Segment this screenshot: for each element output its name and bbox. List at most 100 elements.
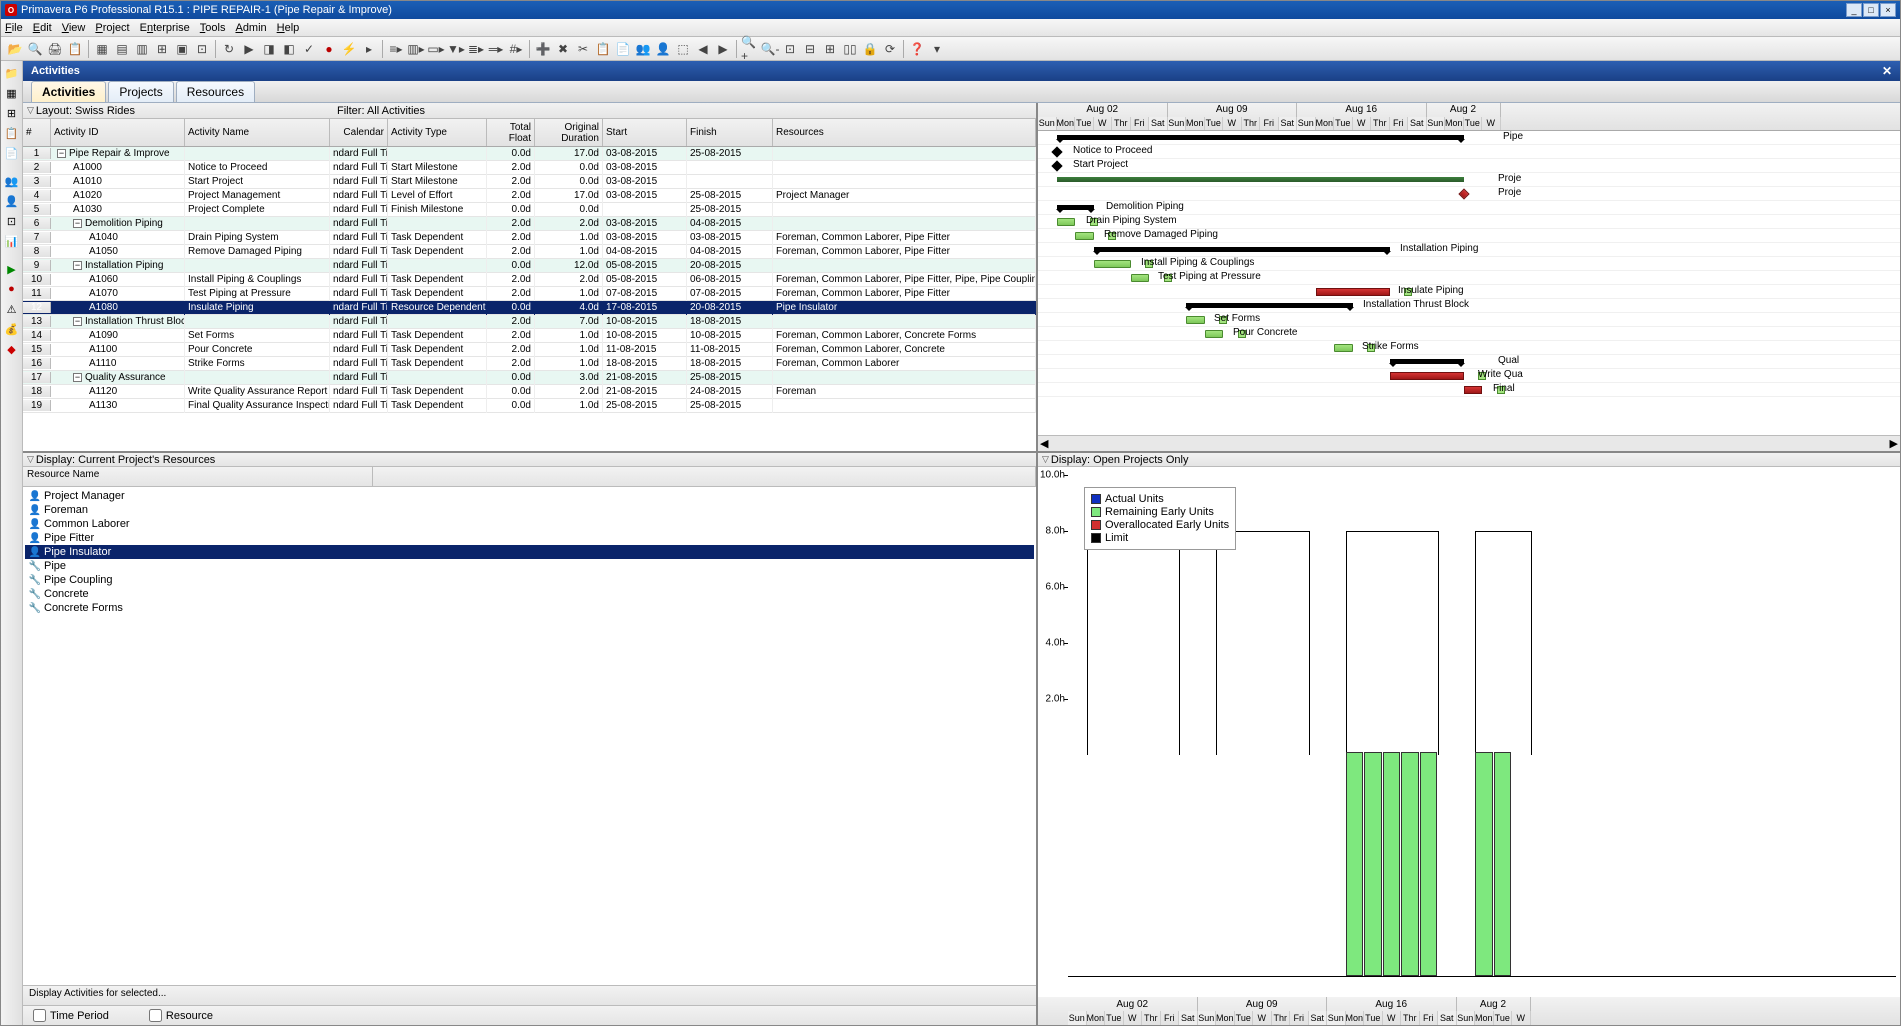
table-row[interactable]: 5A1030Project Completendard Full TimeFin… <box>23 203 1036 217</box>
resource-item[interactable]: 👤Pipe Insulator <box>25 545 1034 559</box>
timescale-icon[interactable]: ▭▸ <box>427 40 445 58</box>
resource-item[interactable]: 👤Common Laborer <box>25 517 1034 531</box>
tracking-icon[interactable]: ▶ <box>4 261 20 277</box>
col-rownum[interactable]: # <box>23 119 51 146</box>
menu-enterprise[interactable]: Enterprise <box>140 22 190 34</box>
table-row[interactable]: 16A1110Strike Formsndard Full TimeTask D… <box>23 357 1036 371</box>
collapse-icon[interactable]: ⊞ <box>821 40 839 58</box>
table-row[interactable]: 18A1120Write Quality Assurance Reportnda… <box>23 385 1036 399</box>
menu-admin[interactable]: Admin <box>235 22 266 34</box>
col-activity-id[interactable]: Activity ID <box>51 119 185 146</box>
pred-icon[interactable]: ◀ <box>694 40 712 58</box>
time-period-checkbox[interactable]: Time Period <box>33 1009 109 1022</box>
eps-icon[interactable]: ⊡ <box>4 213 20 229</box>
paste-icon[interactable]: 📄 <box>614 40 632 58</box>
print-preview-icon[interactable]: 🔍 <box>26 40 44 58</box>
help-icon[interactable]: ❓ <box>908 40 926 58</box>
expenses-icon[interactable]: 💰 <box>4 321 20 337</box>
col-orig-dur[interactable]: Original Duration <box>535 119 603 146</box>
grid-body[interactable]: 1−Pipe Repair & Improvendard Full Time0.… <box>23 147 1036 451</box>
resources-icon[interactable]: 👥 <box>634 40 652 58</box>
histogram-chart[interactable]: Actual UnitsRemaining Early UnitsOverall… <box>1038 467 1900 997</box>
claim-icon[interactable]: ⚡ <box>340 40 358 58</box>
add-icon[interactable]: ➕ <box>534 40 552 58</box>
minimize-button[interactable]: _ <box>1846 3 1862 17</box>
assignments-icon[interactable]: 📋 <box>4 125 20 141</box>
commit-icon[interactable]: ✓ <box>300 40 318 58</box>
publish-icon[interactable]: 📋 <box>66 40 84 58</box>
table-row[interactable]: 8A1050Remove Damaged Pipingndard Full Ti… <box>23 245 1036 259</box>
gantt-scrollbar[interactable]: ◀▶ <box>1038 435 1900 451</box>
network-icon[interactable]: ⊞ <box>153 40 171 58</box>
zoom-fit-icon[interactable]: ⊡ <box>781 40 799 58</box>
menu-edit[interactable]: Edit <box>33 22 52 34</box>
trace-icon[interactable]: ▥ <box>133 40 151 58</box>
layout-icon[interactable]: ▦ <box>93 40 111 58</box>
apply-icon[interactable]: ◧ <box>280 40 298 58</box>
code-icon[interactable]: ⬚ <box>674 40 692 58</box>
roles-icon[interactable]: 👤 <box>4 193 20 209</box>
resource-item[interactable]: 🔧Pipe <box>25 559 1034 573</box>
menu-view[interactable]: View <box>62 22 86 34</box>
col-start[interactable]: Start <box>603 119 687 146</box>
open-icon[interactable]: 📂 <box>6 40 24 58</box>
layout-header[interactable]: ▽Layout: Swiss Rides <box>23 103 333 119</box>
resource-item[interactable]: 🔧Pipe Coupling <box>25 573 1034 587</box>
resources-nav-icon[interactable]: 👥 <box>4 173 20 189</box>
delete-icon[interactable]: ✖ <box>554 40 572 58</box>
resource-list[interactable]: 👤Project Manager👤Foreman👤Common Laborer👤… <box>23 487 1036 985</box>
tab-activities[interactable]: Activities <box>31 81 106 102</box>
refresh-icon[interactable]: ↻ <box>220 40 238 58</box>
activities-icon[interactable]: ▦ <box>4 85 20 101</box>
resource-checkbox[interactable]: Resource <box>149 1009 213 1022</box>
reports-icon[interactable]: 📊 <box>4 233 20 249</box>
menu-tools[interactable]: Tools <box>200 22 226 34</box>
tab-projects[interactable]: Projects <box>108 81 173 102</box>
filter-icon[interactable]: ▼▸ <box>447 40 465 58</box>
table-row[interactable]: 4A1020Project Managementndard Full TimeL… <box>23 189 1036 203</box>
table-row[interactable]: 14A1090Set Formsndard Full TimeTask Depe… <box>23 329 1036 343</box>
table-row[interactable]: 9−Installation Pipingndard Full Time0.0d… <box>23 259 1036 273</box>
menu-file[interactable]: File <box>5 22 23 34</box>
print-icon[interactable]: 🖨 <box>46 40 64 58</box>
bars-icon[interactable]: ═▸ <box>487 40 505 58</box>
gantt-icon[interactable]: ▤ <box>113 40 131 58</box>
close-window-button[interactable]: × <box>1880 3 1896 17</box>
table-row[interactable]: 19A1130Final Quality Assurance Inspectio… <box>23 399 1036 413</box>
filter-header[interactable]: Filter: All Activities <box>333 103 1036 119</box>
indent-icon[interactable]: ≡▸ <box>387 40 405 58</box>
columns-icon[interactable]: ▥▸ <box>407 40 425 58</box>
expand-icon[interactable]: ⊟ <box>801 40 819 58</box>
resource-name-col[interactable]: Resource Name <box>23 467 373 486</box>
risks-icon[interactable]: ⚠ <box>4 301 20 317</box>
resource-item[interactable]: 👤Pipe Fitter <box>25 531 1034 545</box>
gantt-chart[interactable]: Aug 02Aug 09Aug 16Aug 2 SunMonTueWThrFri… <box>1038 103 1900 451</box>
wbs-icon[interactable]: ⊞ <box>4 105 20 121</box>
table-row[interactable]: 15A1100Pour Concretendard Full TimeTask … <box>23 343 1036 357</box>
module-close-icon[interactable]: ✕ <box>1882 64 1892 78</box>
table-row[interactable]: 12A1080Insulate Pipingndard Full TimeRes… <box>23 301 1036 315</box>
col-finish[interactable]: Finish <box>687 119 773 146</box>
col-activity-type[interactable]: Activity Type <box>388 119 487 146</box>
zoom-out-icon[interactable]: 🔍- <box>761 40 779 58</box>
copy-icon[interactable]: 📋 <box>594 40 612 58</box>
table-row[interactable]: 7A1040Drain Piping Systemndard Full Time… <box>23 231 1036 245</box>
table-row[interactable]: 11A1070Test Piping at Pressurendard Full… <box>23 287 1036 301</box>
tab-resources[interactable]: Resources <box>176 81 255 102</box>
reflect-icon[interactable]: ⟳ <box>881 40 899 58</box>
histogram-display-header[interactable]: ▽Display: Open Projects Only <box>1038 453 1900 467</box>
wp-icon[interactable]: 📄 <box>4 145 20 161</box>
table-icon[interactable]: ▣ <box>173 40 191 58</box>
maximize-button[interactable]: □ <box>1863 3 1879 17</box>
cut-icon[interactable]: ✂ <box>574 40 592 58</box>
resource-item[interactable]: 🔧Concrete Forms <box>25 601 1034 615</box>
progress-icon[interactable]: ▸ <box>360 40 378 58</box>
col-activity-name[interactable]: Activity Name <box>185 119 330 146</box>
col-total-float[interactable]: Total Float <box>487 119 535 146</box>
resource-item[interactable]: 👤Foreman <box>25 503 1034 517</box>
dropdown-icon[interactable]: ▾ <box>928 40 946 58</box>
table-row[interactable]: 17−Quality Assurancendard Full Time0.0d3… <box>23 371 1036 385</box>
spotlight-icon[interactable]: ● <box>320 40 338 58</box>
col-calendar[interactable]: Calendar <box>330 119 388 146</box>
table-row[interactable]: 3A1010Start Projectndard Full TimeStart … <box>23 175 1036 189</box>
